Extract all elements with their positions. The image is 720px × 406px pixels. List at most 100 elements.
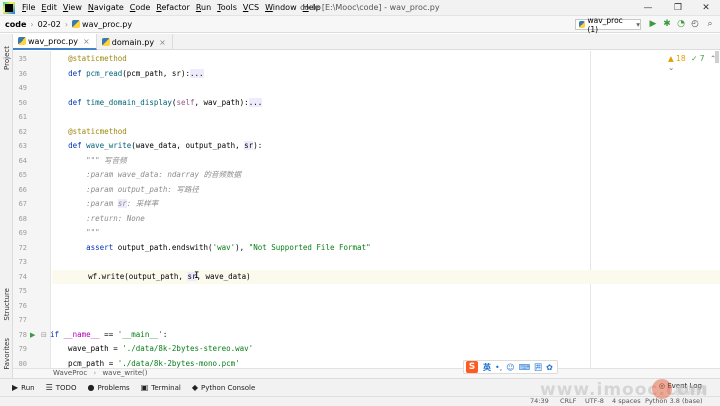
pycharm-logo-icon (3, 1, 15, 14)
code-line[interactable]: def wave_write(wave_data, output_path, s… (50, 139, 590, 154)
line-number: 35 (18, 55, 27, 63)
menu-item-label: efactor (161, 2, 190, 12)
bottom-tool-label: Problems (97, 383, 130, 392)
bottom-tool-run[interactable]: ▶ Run (12, 383, 35, 392)
menu-item[interactable]: Edit (38, 0, 60, 16)
close-tab-icon[interactable]: × (83, 37, 90, 46)
code-line[interactable]: assert output_path.endswith('wav'), "Not… (50, 241, 590, 256)
run-icon[interactable]: ▶ (647, 18, 659, 31)
line-number: 66 (18, 185, 27, 194)
bottom-tool-problems[interactable]: ● Problems (87, 383, 129, 392)
line-number: 78 (18, 330, 27, 339)
tab-domain[interactable]: domain.py × (97, 34, 173, 50)
menu-item[interactable]: Run (193, 0, 214, 16)
menu-item-label: ools (220, 2, 237, 12)
menu-item[interactable]: Navigate (85, 0, 127, 16)
tab-wav-proc[interactable]: wav_proc.py × (13, 34, 97, 50)
menu-item[interactable]: Tools (214, 0, 240, 16)
watermark-badge: 慕课网 (652, 376, 712, 404)
ime-language-toggle[interactable]: 英 (483, 362, 491, 373)
maximize-icon[interactable]: ❐ (664, 0, 692, 16)
menu-item[interactable]: View (60, 0, 85, 16)
inspections-widget[interactable]: ▲ 18 ✓ 7 ⌃ ⌄ (668, 54, 720, 72)
code-editor[interactable]: 35 36 49 50 61 62 63 64 65 66 67 68 69 72 73 74 75 76 77 78… (13, 51, 720, 368)
code-line[interactable]: """ 写音频 (50, 154, 590, 169)
line-number: 64 (18, 156, 27, 165)
close-tab-icon[interactable]: × (159, 38, 166, 47)
menu-item-label: ode (135, 2, 151, 12)
watermark-badge-text: 慕课网 (674, 384, 707, 397)
line-number: 76 (18, 301, 27, 310)
code-line[interactable]: """ (50, 226, 590, 241)
run-configuration-label: wav_proc (1) (587, 15, 623, 34)
bottom-tool-todo[interactable]: ☰ TODO (46, 383, 77, 392)
bottom-tool-python-console[interactable]: ◆ Python Console (192, 383, 255, 392)
code-line[interactable]: def pcm_read(pcm_path, sr):... (50, 67, 590, 82)
menu-item[interactable]: Code (127, 0, 154, 16)
line-number: 74 (18, 272, 27, 281)
code-line[interactable] (50, 299, 590, 314)
ime-skin-icon[interactable]: ✿ (546, 363, 553, 372)
breadcrumb-file-label: wav_proc.py (82, 19, 133, 29)
breadcrumb-class[interactable]: WaveProc (53, 369, 87, 377)
menu-item-label: avigate (93, 2, 124, 12)
code-line[interactable]: :param output_path: 写路径 (50, 183, 590, 198)
menu-item[interactable]: VCS (240, 0, 262, 16)
project-tool-tab[interactable]: Project (0, 38, 13, 78)
code-line[interactable]: @staticmethod (50, 52, 590, 67)
menu-item[interactable]: File (19, 0, 38, 16)
minimize-icon[interactable]: — (634, 0, 662, 16)
code-line[interactable] (50, 313, 590, 328)
code-line[interactable]: :return: None (50, 212, 590, 227)
breadcrumb-method[interactable]: wave_write() (102, 369, 147, 377)
watermark-logo-icon (652, 379, 672, 399)
close-window-icon[interactable]: ✕ (692, 0, 720, 16)
bottom-tool-icon: ▣ (140, 383, 149, 392)
profile-icon[interactable]: ◴ (689, 18, 701, 31)
code-line[interactable]: :param wave_data: ndarray 的音频数据 (50, 168, 590, 183)
code-line[interactable] (50, 110, 590, 125)
run-configuration-select[interactable]: wav_proc (1) ▾ (575, 16, 641, 34)
breadcrumb-separator: › (64, 19, 69, 29)
project-tool-tab-label: Project (2, 46, 11, 70)
structure-tool-tab[interactable]: Structure (0, 284, 13, 324)
bottom-tool-terminal[interactable]: ▣ Terminal (141, 383, 181, 392)
breadcrumb-project[interactable]: code (0, 20, 28, 29)
fold-icon[interactable]: ⊟ (41, 328, 47, 343)
line-number: 77 (18, 316, 27, 324)
search-icon[interactable]: ⌕ (704, 18, 716, 31)
code-line[interactable]: @staticmethod (50, 125, 590, 140)
code-line[interactable]: if __name__ == '__main__': (50, 328, 590, 343)
code-line[interactable] (50, 255, 590, 270)
code-line[interactable] (50, 284, 590, 299)
breadcrumb-folder[interactable]: 02-02 (36, 20, 63, 29)
favorites-tool-tab[interactable]: Favorites (0, 334, 13, 374)
line-number: 69 (18, 229, 27, 237)
menu-item[interactable]: Refactor (153, 0, 193, 16)
code-line[interactable] (50, 81, 590, 96)
menu-item[interactable]: Window (262, 0, 300, 16)
menu-item-label: CS (248, 2, 260, 12)
python-file-icon (101, 38, 110, 46)
ime-grid-icon[interactable]: 囲 (534, 362, 542, 373)
ime-punctuation-icon[interactable]: •, (495, 363, 502, 372)
ime-keyboard-icon[interactable]: ⌨ (519, 363, 531, 372)
weak-warning-count: ✓ 7 (691, 54, 705, 63)
breadcrumb-separator: › (30, 19, 34, 29)
code-line[interactable]: wave_path = './data/8k-2bytes-stereo.wav… (50, 342, 590, 357)
debug-icon[interactable]: ✱ (661, 18, 673, 31)
current-code-line[interactable]: wf.write(output_path, sr, wave_data) (52, 269, 720, 284)
menu-item-label: dit (46, 2, 57, 12)
breadcrumb-separator: › (93, 369, 97, 377)
code-line[interactable]: :param sr: 采样率 (50, 197, 590, 212)
right-margin-guide (590, 51, 591, 368)
breadcrumb-file[interactable]: wav_proc.py (70, 20, 134, 29)
ime-emoji-icon[interactable]: ☺ (506, 363, 514, 372)
coverage-icon[interactable]: ◔ (675, 18, 687, 31)
ime-toolbar[interactable]: S 英 •, ☺ ⌨ 囲 ✿ (463, 360, 558, 374)
editor-scrollbar[interactable] (715, 51, 719, 63)
run-gutter-icon[interactable]: ▶ (30, 328, 35, 343)
menu-item-label: un (201, 2, 212, 12)
menu-item-label: indow (272, 2, 297, 12)
code-line[interactable]: def time_domain_display(self, wav_path):… (50, 96, 590, 111)
